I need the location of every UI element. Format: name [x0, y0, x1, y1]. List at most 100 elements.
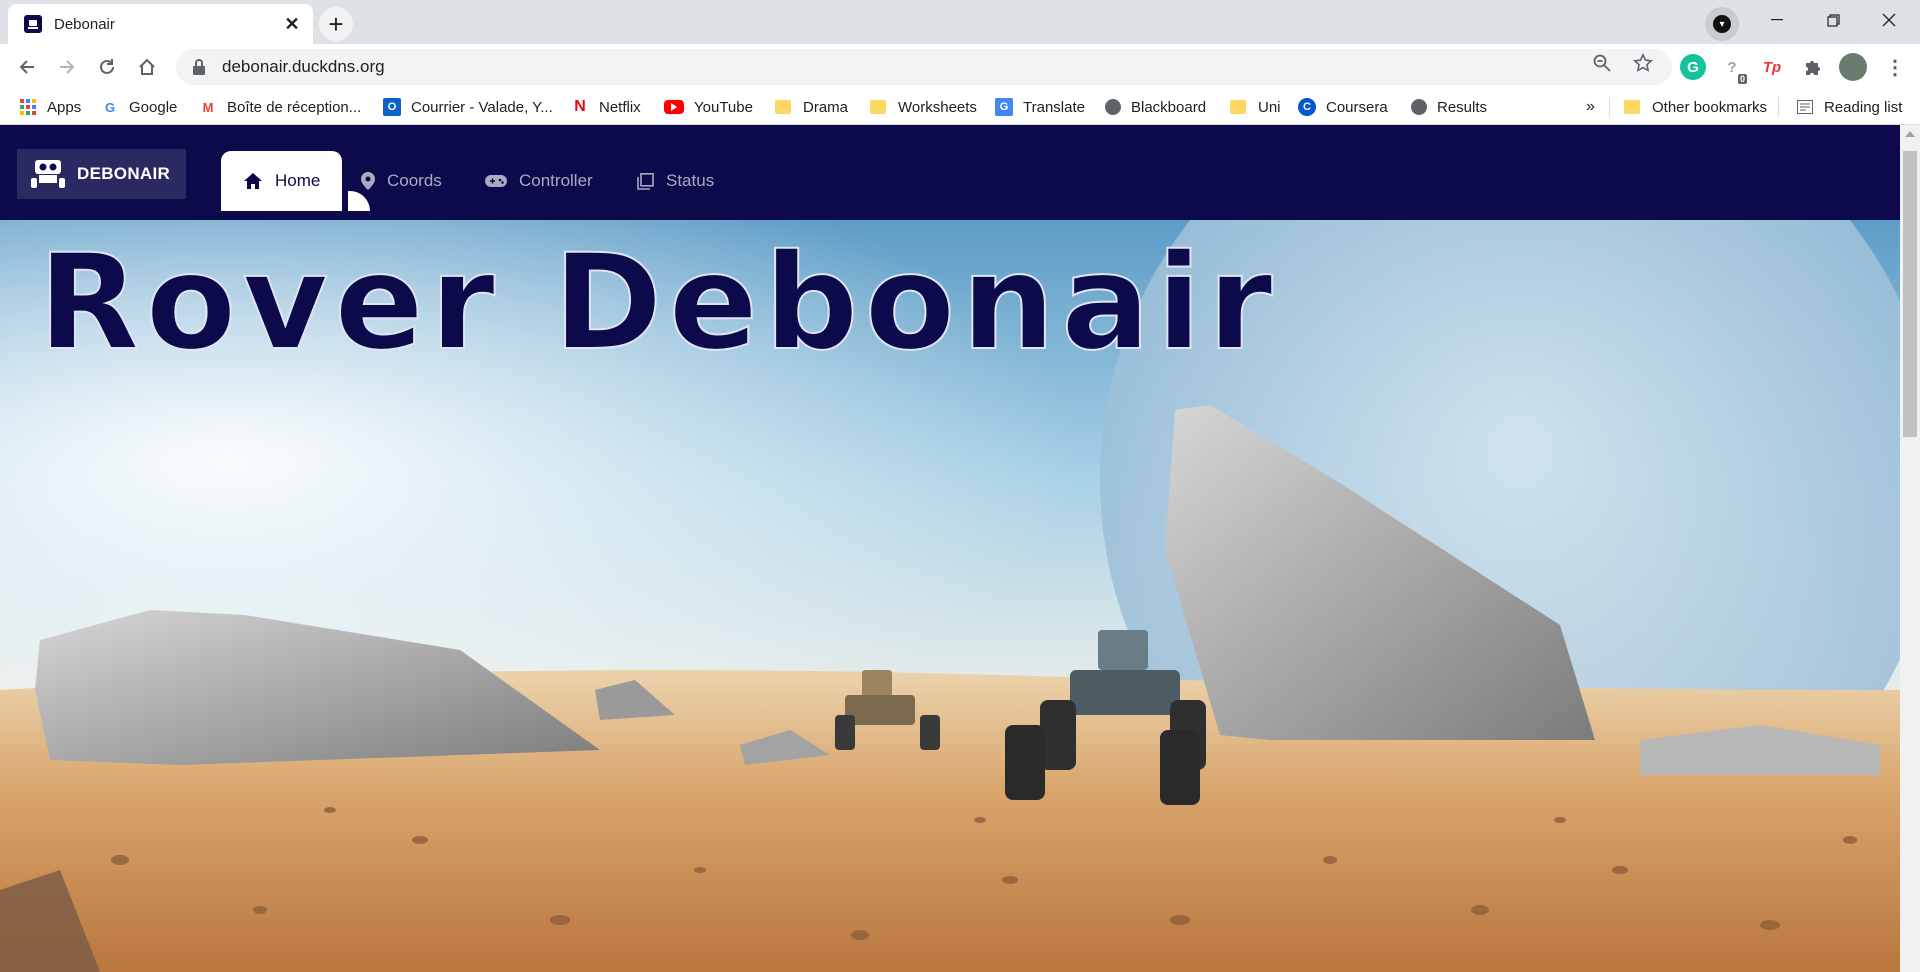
folder-icon [870, 100, 886, 114]
reading-list-icon [1796, 98, 1814, 116]
outlook-icon: O [383, 98, 401, 116]
bookmark-youtube[interactable]: YouTube [664, 95, 753, 119]
scroll-up-arrow-icon[interactable] [1905, 131, 1915, 137]
nav-status[interactable]: Status [637, 151, 714, 211]
globe-icon [1105, 99, 1121, 115]
nav-home-label: Home [275, 171, 321, 190]
bookmark-other[interactable]: Other bookmarks [1624, 95, 1767, 119]
bookmark-label: YouTube [694, 98, 753, 116]
nav-coords[interactable]: Coords [361, 151, 442, 211]
bookmark-coursera[interactable]: C Coursera [1298, 95, 1388, 119]
brand-logo[interactable]: DEBONAIR [17, 149, 186, 199]
home-outline-icon [139, 58, 155, 75]
bookmark-worksheets[interactable]: Worksheets [870, 95, 977, 119]
forward-button[interactable] [50, 50, 84, 84]
map-pin-icon [361, 172, 375, 190]
bookmarks-divider [1609, 97, 1610, 117]
new-tab-button[interactable]: + [319, 7, 353, 41]
close-window-button[interactable] [1861, 0, 1917, 40]
bookmark-uni[interactable]: Uni [1230, 95, 1281, 119]
chevron-down-icon: ▾ [1713, 15, 1731, 33]
bookmark-label: Courrier - Valade, Y... [411, 98, 553, 116]
bookmark-label: Other bookmarks [1652, 98, 1768, 116]
tab-search-button[interactable]: ▾ [1705, 7, 1739, 41]
url-text[interactable]: debonair.duckdns.org [222, 57, 385, 77]
hero-title: Rover Debonair [37, 225, 1279, 381]
grammarly-icon[interactable]: G [1680, 54, 1706, 80]
bookmark-label: Boîte de réception... [227, 98, 362, 116]
status-icon [637, 172, 654, 190]
folder-icon [1230, 100, 1246, 114]
menu-kebab-icon[interactable]: ⋮ [1882, 54, 1908, 80]
back-button[interactable] [10, 50, 44, 84]
page-scrollbar[interactable] [1900, 125, 1920, 972]
bookmark-label: Uni [1258, 98, 1281, 116]
page-viewport: DEBONAIR Home Coords Controller Status R… [0, 125, 1900, 972]
zoom-icon[interactable] [1591, 52, 1613, 74]
restore-button[interactable] [1805, 0, 1861, 40]
translate-icon: G [995, 98, 1013, 116]
bookmark-drama[interactable]: Drama [775, 95, 848, 119]
robot-logo-icon [31, 160, 65, 188]
nav-status-label: Status [666, 171, 715, 190]
nav-controller[interactable]: Controller [485, 151, 593, 211]
folder-icon [775, 100, 791, 114]
reload-icon [100, 59, 114, 74]
globe-icon [1411, 99, 1427, 115]
brand-name: DEBONAIR [77, 164, 171, 183]
bookmark-translate[interactable]: G Translate [995, 95, 1085, 119]
nav-home[interactable]: Home [221, 151, 343, 211]
minimize-button[interactable] [1749, 0, 1805, 40]
bookmark-gmail[interactable]: M Boîte de réception... [199, 95, 362, 119]
tab-title: Debonair [54, 15, 115, 33]
browser-toolbar: debonair.duckdns.org G ? 0 Tp ⋮ [0, 44, 1920, 89]
youtube-icon [664, 100, 684, 114]
bookmark-label: Google [129, 98, 178, 116]
home-button[interactable] [130, 50, 164, 84]
bookmarks-divider [1778, 97, 1779, 117]
home-icon [243, 172, 263, 190]
bookmark-label: Translate [1023, 98, 1085, 116]
bookmark-apps[interactable]: Apps [19, 95, 81, 119]
bookmark-results[interactable]: Results [1411, 95, 1487, 119]
robot-favicon-icon [24, 15, 42, 33]
site-navbar: DEBONAIR Home Coords Controller Status [0, 125, 1900, 220]
bookmarks-overflow-button[interactable]: » [1586, 95, 1595, 119]
apps-grid-icon [19, 98, 37, 116]
bookmark-label: Results [1437, 98, 1488, 116]
browser-tab-debonair[interactable]: Debonair ✕ [8, 4, 313, 44]
tp-extension-icon[interactable]: Tp [1759, 54, 1785, 80]
tab-close-icon[interactable]: ✕ [281, 13, 303, 35]
tab-strip: Debonair ✕ + ▾ [0, 0, 1920, 44]
bookmark-label: Worksheets [898, 98, 977, 116]
bookmark-google[interactable]: G Google [101, 95, 177, 119]
bookmark-star-icon[interactable] [1632, 52, 1654, 74]
profile-avatar[interactable] [1839, 53, 1867, 81]
bookmark-label: Reading list [1824, 98, 1903, 116]
bookmark-label: Drama [803, 98, 849, 116]
bookmark-netflix[interactable]: N Netflix [571, 95, 641, 119]
coursera-icon: C [1298, 98, 1316, 116]
arrow-right-icon [60, 60, 75, 74]
extension-badge: 0 [1737, 74, 1747, 84]
hero-banner: Rover Debonair [0, 220, 1900, 972]
arrow-left-icon [19, 60, 34, 74]
extensions-puzzle-icon[interactable] [1800, 54, 1826, 80]
bookmark-outlook[interactable]: O Courrier - Valade, Y... [383, 95, 553, 119]
reading-list-button[interactable]: Reading list [1796, 95, 1902, 119]
bookmark-label: Coursera [1326, 98, 1388, 116]
scroll-thumb[interactable] [1903, 151, 1917, 437]
nav-controller-label: Controller [519, 171, 593, 190]
bookmark-blackboard[interactable]: Blackboard [1105, 95, 1206, 119]
gmail-icon: M [202, 99, 214, 115]
extension-help-icon[interactable]: ? 0 [1719, 54, 1747, 84]
folder-icon [1624, 100, 1640, 114]
bookmark-label: Apps [47, 98, 82, 116]
bookmark-label: Netflix [599, 98, 641, 116]
netflix-icon: N [574, 98, 586, 115]
reload-button[interactable] [90, 50, 124, 84]
nav-coords-label: Coords [387, 171, 442, 190]
bookmark-label: Blackboard [1131, 98, 1207, 116]
address-bar[interactable]: debonair.duckdns.org [176, 49, 1672, 85]
bookmarks-bar: Apps G Google M Boîte de réception... O … [0, 89, 1920, 125]
